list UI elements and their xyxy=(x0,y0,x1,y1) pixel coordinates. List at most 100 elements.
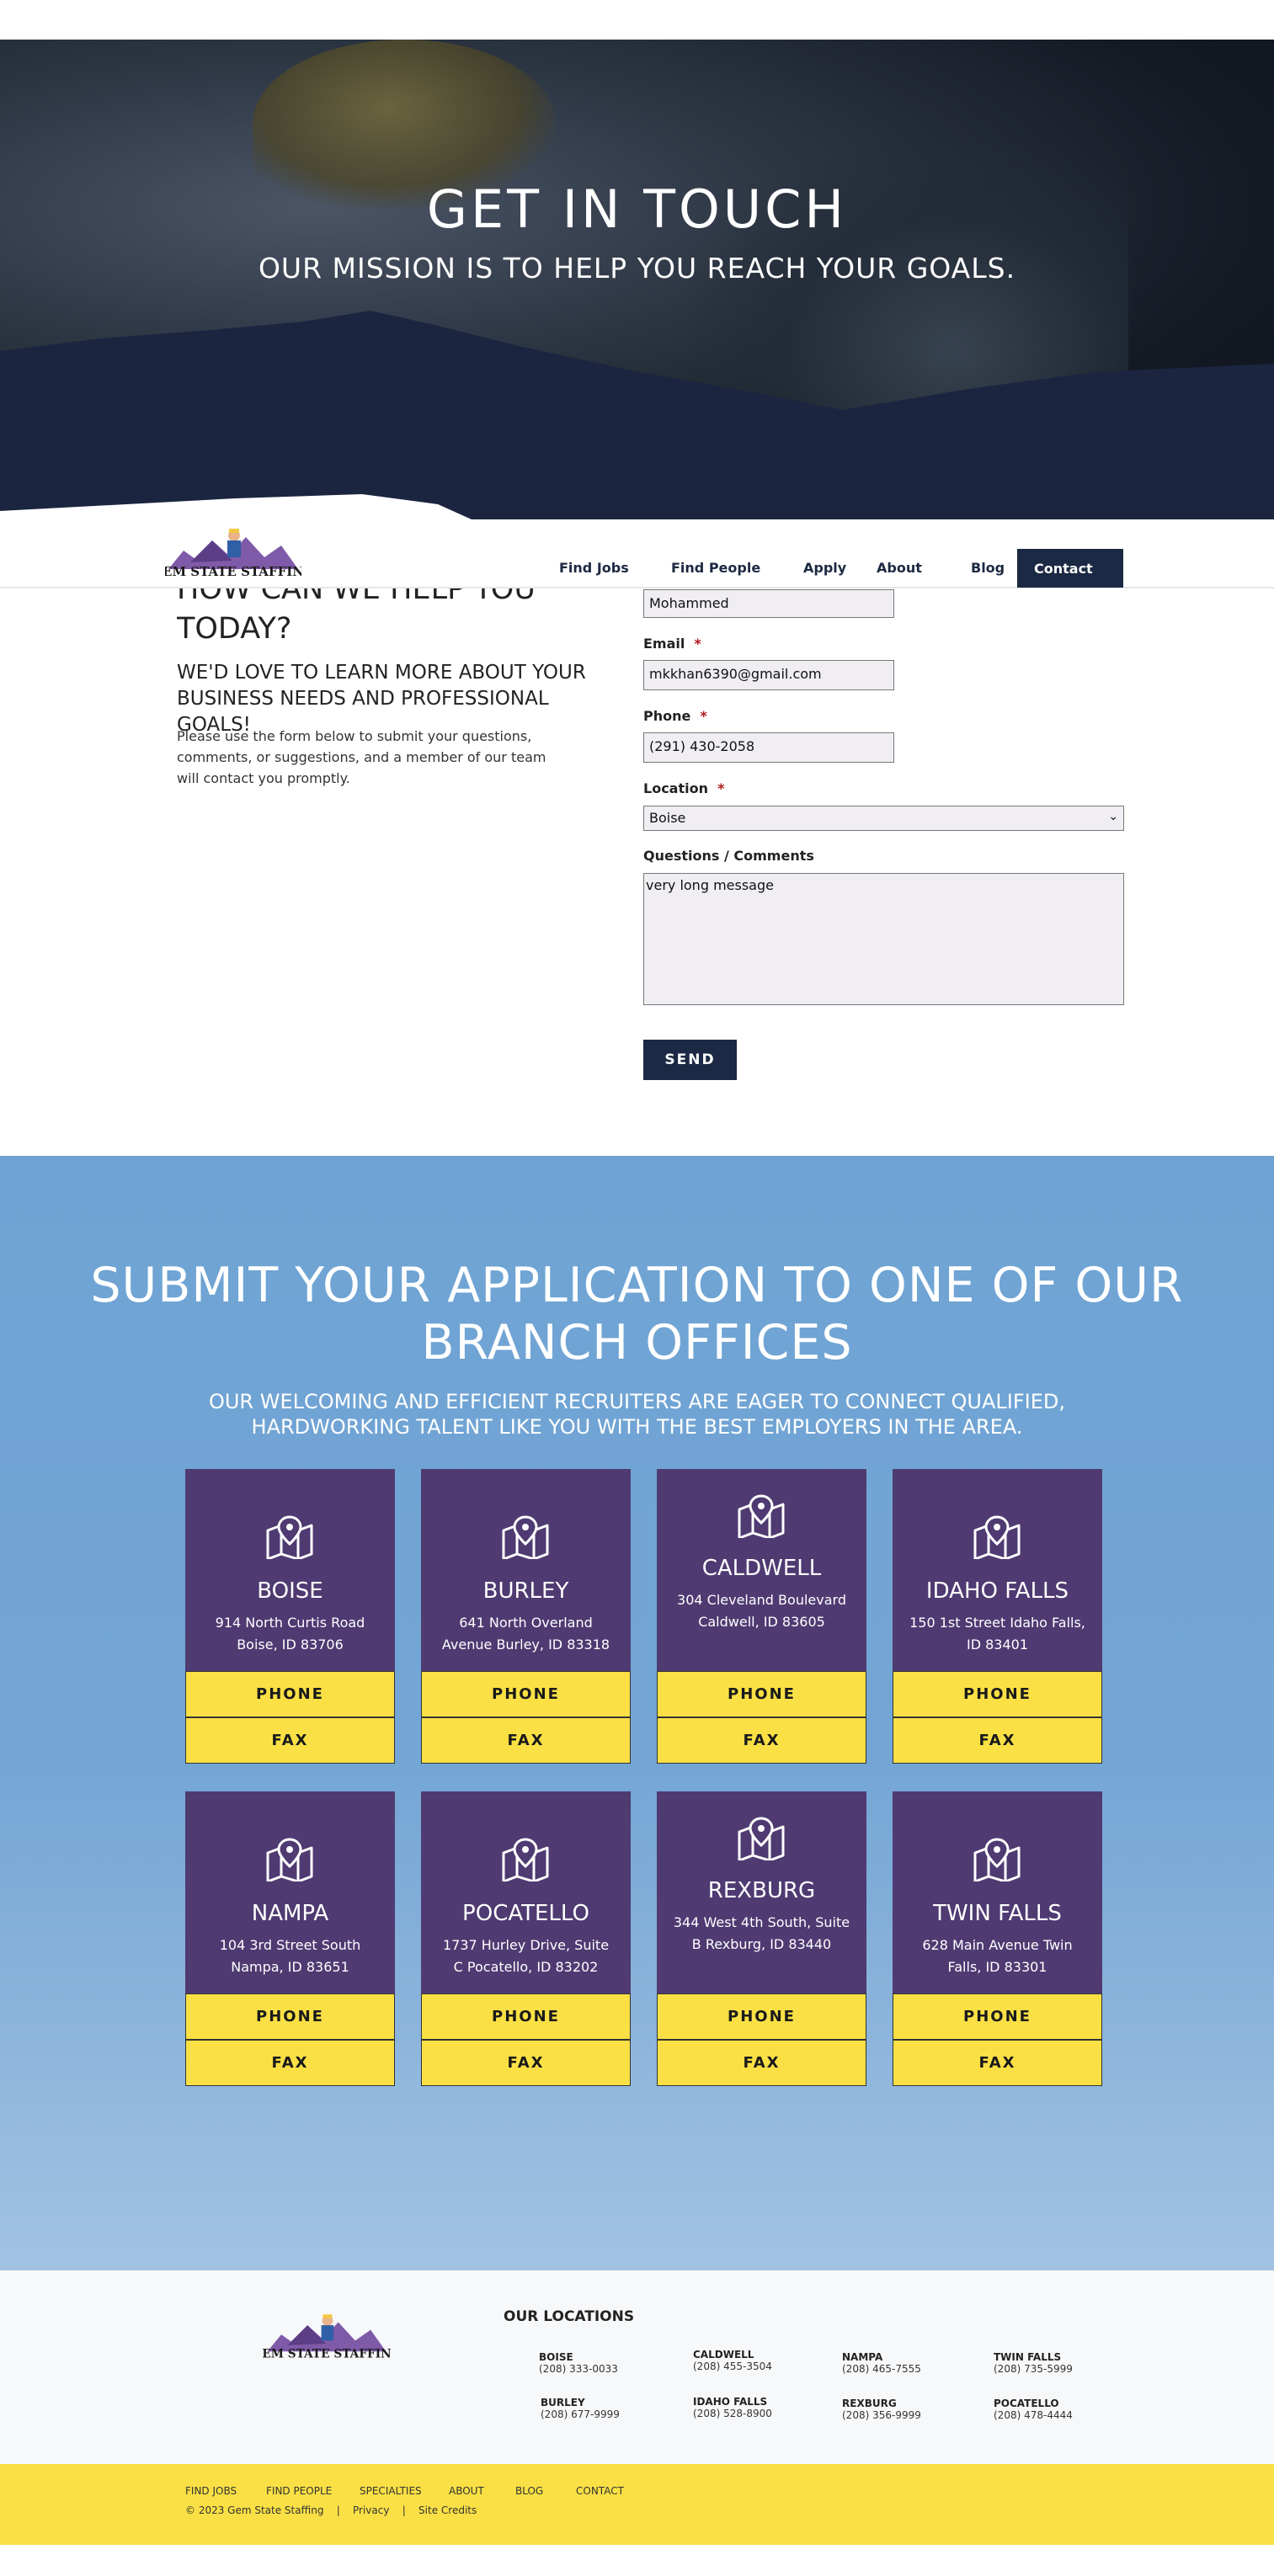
branch-fax-button[interactable]: FAX xyxy=(893,1717,1102,1764)
nav-find-jobs[interactable]: Find Jobs xyxy=(559,560,629,576)
comments-textarea[interactable]: very long message xyxy=(643,873,1124,1005)
footer-location-phone[interactable]: (208) 333-0033 xyxy=(539,2363,618,2375)
branch-name: CALDWELL xyxy=(701,1556,822,1581)
branch-phone-button[interactable]: PHONE xyxy=(185,1993,395,2040)
footer-link-specialties[interactable]: SPECIALTIES xyxy=(360,2485,422,2497)
location-select[interactable]: Boise ⌄ xyxy=(643,806,1124,831)
footer-location-name: IDAHO FALLS xyxy=(693,2396,768,2408)
branch-phone-button[interactable]: PHONE xyxy=(657,1671,866,1717)
phone-field[interactable]: (291) 430-2058 xyxy=(643,732,894,763)
footer-location-item: IDAHO FALLS (208) 528-8900 xyxy=(693,2396,772,2419)
footer-location-phone[interactable]: (208) 478-4444 xyxy=(994,2409,1073,2421)
footer-link-blog[interactable]: BLOG xyxy=(515,2485,543,2497)
branch-card: TWIN FALLS 628 Main Avenue Twin Falls, ID… xyxy=(893,1791,1102,2086)
page-title: GET IN TOUCH xyxy=(426,178,848,240)
footer-location-name: POCATELLO xyxy=(994,2398,1059,2409)
branch-fax-button[interactable]: FAX xyxy=(421,2040,631,2086)
branch-fax-button[interactable]: FAX xyxy=(185,1717,395,1764)
hero-banner: GET IN TOUCH OUR MISSION IS TO HELP YOU … xyxy=(0,40,1274,519)
footer-location-name: BOISE xyxy=(539,2351,573,2363)
branch-name: POCATELLO xyxy=(462,1901,589,1926)
footer-link-find-people[interactable]: FIND PEOPLE xyxy=(266,2485,332,2497)
copyright-text: © 2023 Gem State Staffing xyxy=(185,2504,324,2516)
hero-subtitle: OUR MISSION IS TO HELP YOU REACH YOUR GO… xyxy=(258,252,1016,285)
footer-location-name: TWIN FALLS xyxy=(994,2351,1062,2363)
branch-fax-button[interactable]: FAX xyxy=(893,2040,1102,2086)
footer-location-phone[interactable]: (208) 735-5999 xyxy=(994,2363,1073,2375)
branch-fax-button[interactable]: FAX xyxy=(657,2040,866,2086)
branch-fax-button[interactable]: FAX xyxy=(421,1717,631,1764)
name-field[interactable]: Mohammed xyxy=(643,589,894,618)
footer-location-item: NAMPA (208) 465-7555 xyxy=(842,2351,921,2375)
branch-address: 150 1st Street Idaho Falls, ID 83401 xyxy=(909,1615,1085,1653)
nav-contact-button[interactable]: Contact xyxy=(1017,549,1123,588)
help-description: Please use the form below to submit your… xyxy=(177,728,546,786)
email-field[interactable]: mkkhan6390@gmail.com xyxy=(643,660,894,690)
locations-title: OUR LOCATIONS xyxy=(504,2308,635,2325)
footer-location-item: BOISE (208) 333-0033 xyxy=(539,2351,618,2375)
branch-address: 641 North Overland Avenue Burley, ID 833… xyxy=(441,1615,610,1653)
footer-link-find-jobs[interactable]: FIND JOBS xyxy=(185,2485,237,2497)
footer-location-phone[interactable]: (208) 455-3504 xyxy=(693,2360,772,2372)
comments-label: Questions / Comments xyxy=(643,848,814,864)
branch-phone-button[interactable]: PHONE xyxy=(893,1671,1102,1717)
footer-location-phone[interactable]: (208) 465-7555 xyxy=(842,2363,921,2375)
map-pin-icon xyxy=(973,1838,1021,1881)
map-pin-icon xyxy=(738,1494,785,1538)
chevron-down-icon: ⌄ xyxy=(1108,810,1118,823)
branch-card: NAMPA 104 3rd Street South Nampa, ID 8365… xyxy=(185,1791,395,2086)
branch-card: BOISE 914 North Curtis Road Boise, ID 837… xyxy=(185,1469,395,1764)
map-pin-icon xyxy=(502,1515,549,1559)
send-button[interactable]: SEND xyxy=(643,1040,737,1080)
footer-location-name: CALDWELL xyxy=(693,2349,754,2360)
map-pin-icon xyxy=(266,1838,313,1881)
footer-logo[interactable]: GEM STATE STAFFING xyxy=(263,2308,391,2362)
branch-phone-button[interactable]: PHONE xyxy=(893,1993,1102,2040)
svg-text:GEM STATE STAFFING: GEM STATE STAFFING xyxy=(165,564,301,579)
branch-name: BURLEY xyxy=(482,1578,569,1604)
phone-label: Phone * xyxy=(643,708,707,724)
branch-card: CALDWELL 304 Cleveland Boulevard Caldwell… xyxy=(657,1469,866,1764)
footer-location-phone[interactable]: (208) 677-9999 xyxy=(541,2408,620,2420)
map-pin-icon xyxy=(973,1515,1021,1559)
branch-phone-button[interactable]: PHONE xyxy=(185,1671,395,1717)
footer-location-name: NAMPA xyxy=(842,2351,883,2363)
branch-address: 104 3rd Street South Nampa, ID 83651 xyxy=(219,1937,361,1975)
footer-location-name: BURLEY xyxy=(541,2397,585,2408)
nav-apply[interactable]: Apply xyxy=(803,560,846,576)
nav-find-people[interactable]: Find People xyxy=(671,560,760,576)
branch-address: 628 Main Avenue Twin Falls, ID 83301 xyxy=(922,1937,1073,1975)
branch-address: 914 North Curtis Road Boise, ID 83706 xyxy=(215,1615,365,1653)
location-selected: Boise xyxy=(649,810,686,826)
footer-location-item: CALDWELL (208) 455-3504 xyxy=(693,2349,772,2372)
branches-subtitle: OUR WELCOMING AND EFFICIENT RECRUITERS A… xyxy=(208,1390,1066,1439)
footer-link-about[interactable]: ABOUT xyxy=(449,2485,484,2497)
branch-fax-button[interactable]: FAX xyxy=(657,1717,866,1764)
branch-name: IDAHO FALLS xyxy=(925,1578,1069,1604)
branch-name: BOISE xyxy=(257,1578,323,1604)
footer-location-item: TWIN FALLS (208) 735-5999 xyxy=(994,2351,1073,2375)
branch-phone-button[interactable]: PHONE xyxy=(657,1993,866,2040)
footer-link-contact[interactable]: CONTACT xyxy=(576,2485,624,2497)
nav-blog[interactable]: Blog xyxy=(971,560,1005,576)
footer-location-phone[interactable]: (208) 528-8900 xyxy=(693,2408,772,2419)
footer xyxy=(0,2270,1274,2464)
branch-phone-button[interactable]: PHONE xyxy=(421,1671,631,1717)
location-label: Location * xyxy=(643,780,725,796)
branch-fax-button[interactable]: FAX xyxy=(185,2040,395,2086)
branch-address: 1737 Hurley Drive, Suite C Pocatello, ID… xyxy=(442,1937,610,1975)
svg-text:GEM STATE STAFFING: GEM STATE STAFFING xyxy=(263,2348,391,2361)
privacy-link[interactable]: Privacy xyxy=(353,2504,389,2516)
branches-title: SUBMIT YOUR APPLICATION TO ONE OF OUR BR… xyxy=(90,1258,1184,1370)
map-pin-icon xyxy=(738,1817,785,1860)
footer-location-phone[interactable]: (208) 356-9999 xyxy=(842,2409,921,2421)
footer-location-item: REXBURG (208) 356-9999 xyxy=(842,2398,921,2421)
branch-address: 304 Cleveland Boulevard Caldwell, ID 836… xyxy=(677,1592,846,1630)
nav-about[interactable]: About xyxy=(877,560,922,576)
gem-state-staffing-logo[interactable]: GEM STATE STAFFING xyxy=(165,522,301,581)
branch-phone-button[interactable]: PHONE xyxy=(421,1993,631,2040)
copyright-line: © 2023 Gem State Staffing | Privacy | Si… xyxy=(185,2504,477,2516)
footer-location-name: REXBURG xyxy=(842,2398,897,2409)
site-credits-link[interactable]: Site Credits xyxy=(418,2504,477,2516)
separator: | xyxy=(402,2504,406,2516)
